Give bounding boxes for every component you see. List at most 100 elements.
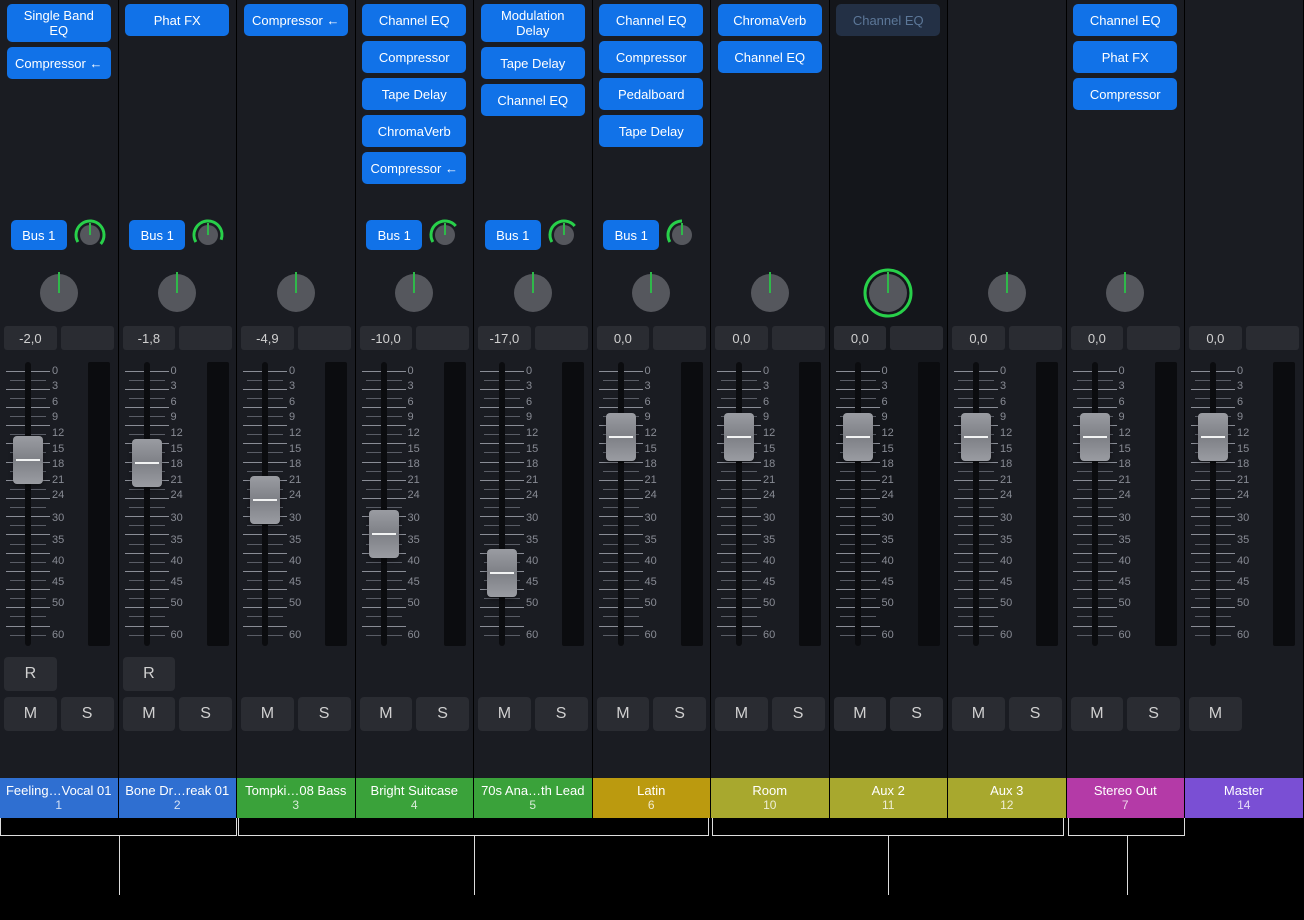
gain-display[interactable]: -2,0 — [4, 326, 57, 350]
peak-display[interactable] — [298, 326, 351, 350]
fader-cap[interactable] — [250, 476, 280, 524]
gain-display[interactable]: -4,9 — [241, 326, 294, 350]
gain-display[interactable]: -10,0 — [360, 326, 413, 350]
channel-label[interactable]: Master 14 — [1185, 778, 1303, 818]
plugin-slot[interactable]: ChromaVerb — [718, 4, 822, 36]
pan-knob[interactable] — [33, 267, 85, 319]
peak-display[interactable] — [1246, 326, 1299, 350]
gain-display[interactable]: 0,0 — [1071, 326, 1124, 350]
fader-cap[interactable] — [369, 510, 399, 558]
solo-button[interactable]: S — [1009, 697, 1062, 731]
fader-cap[interactable] — [843, 413, 873, 461]
fader-track[interactable] — [1073, 362, 1117, 646]
plugin-slot[interactable]: Phat FX — [125, 4, 229, 36]
peak-display[interactable] — [1009, 326, 1062, 350]
pan-knob[interactable] — [744, 267, 796, 319]
send-bus-button[interactable]: Bus 1 — [11, 220, 67, 250]
solo-button[interactable]: S — [535, 697, 588, 731]
fader-track[interactable] — [599, 362, 643, 646]
fader-cap[interactable] — [1198, 413, 1228, 461]
send-level-knob[interactable] — [547, 218, 581, 252]
channel-label[interactable]: Room 10 — [711, 778, 829, 818]
channel-label[interactable]: Feeling…Vocal 01 1 — [0, 778, 118, 818]
send-level-knob[interactable] — [665, 218, 699, 252]
solo-button[interactable]: S — [61, 697, 114, 731]
mute-button[interactable]: M — [597, 697, 650, 731]
fader-cap[interactable] — [1080, 413, 1110, 461]
peak-display[interactable] — [772, 326, 825, 350]
plugin-slot[interactable]: Pedalboard — [599, 78, 703, 110]
fader-cap[interactable] — [724, 413, 754, 461]
fader-track[interactable] — [125, 362, 169, 646]
channel-label[interactable]: Tompki…08 Bass 3 — [237, 778, 355, 818]
solo-button[interactable]: S — [179, 697, 232, 731]
fader-cap[interactable] — [606, 413, 636, 461]
plugin-slot[interactable]: Channel EQ — [481, 84, 585, 116]
channel-label[interactable]: Latin 6 — [593, 778, 711, 818]
solo-button[interactable]: S — [890, 697, 943, 731]
send-bus-button[interactable]: Bus 1 — [603, 220, 659, 250]
send-bus-button[interactable]: Bus 1 — [129, 220, 185, 250]
gain-display[interactable]: -17,0 — [478, 326, 531, 350]
mute-button[interactable]: M — [123, 697, 176, 731]
plugin-slot[interactable]: Compressor — [599, 41, 703, 73]
mute-button[interactable]: M — [241, 697, 294, 731]
peak-display[interactable] — [179, 326, 232, 350]
plugin-slot[interactable]: Modulation Delay — [481, 4, 585, 42]
pan-knob[interactable] — [270, 267, 322, 319]
fader-track[interactable] — [717, 362, 761, 646]
pan-knob[interactable] — [862, 267, 914, 319]
send-bus-button[interactable]: Bus 1 — [485, 220, 541, 250]
fader-track[interactable] — [480, 362, 524, 646]
solo-button[interactable]: S — [416, 697, 469, 731]
mute-button[interactable]: M — [715, 697, 768, 731]
fader-cap[interactable] — [487, 549, 517, 597]
mute-button[interactable]: M — [834, 697, 887, 731]
plugin-slot[interactable]: ChromaVerb — [362, 115, 466, 147]
channel-label[interactable]: Bone Dr…reak 01 2 — [119, 778, 237, 818]
plugin-slot[interactable]: Channel EQ — [836, 4, 940, 36]
plugin-slot[interactable]: Tape Delay — [481, 47, 585, 79]
pan-knob[interactable] — [151, 267, 203, 319]
peak-display[interactable] — [890, 326, 943, 350]
gain-display[interactable]: -1,8 — [123, 326, 176, 350]
record-enable-button[interactable]: R — [123, 657, 176, 691]
peak-display[interactable] — [61, 326, 114, 350]
plugin-slot[interactable]: Compressor ← — [244, 4, 348, 36]
gain-display[interactable]: 0,0 — [952, 326, 1005, 350]
fader-track[interactable] — [1191, 362, 1235, 646]
send-level-knob[interactable] — [73, 218, 107, 252]
fader-track[interactable] — [243, 362, 287, 646]
fader-cap[interactable] — [961, 413, 991, 461]
send-level-knob[interactable] — [428, 218, 462, 252]
peak-display[interactable] — [535, 326, 588, 350]
fader-track[interactable] — [362, 362, 406, 646]
plugin-slot[interactable]: Single Band EQ — [7, 4, 111, 42]
fader-track[interactable] — [6, 362, 50, 646]
gain-display[interactable]: 0,0 — [834, 326, 887, 350]
mute-button[interactable]: M — [1189, 697, 1242, 731]
plugin-slot[interactable]: Channel EQ — [1073, 4, 1177, 36]
channel-label[interactable]: 70s Ana…th Lead 5 — [474, 778, 592, 818]
peak-display[interactable] — [416, 326, 469, 350]
solo-button[interactable]: S — [772, 697, 825, 731]
plugin-slot[interactable]: Tape Delay — [362, 78, 466, 110]
mute-button[interactable]: M — [952, 697, 1005, 731]
record-enable-button[interactable]: R — [4, 657, 57, 691]
fader-track[interactable] — [836, 362, 880, 646]
solo-button[interactable]: S — [1127, 697, 1180, 731]
gain-display[interactable]: 0,0 — [597, 326, 650, 350]
channel-label[interactable]: Bright Suitcase 4 — [356, 778, 474, 818]
gain-display[interactable]: 0,0 — [1189, 326, 1242, 350]
pan-knob[interactable] — [625, 267, 677, 319]
channel-label[interactable]: Aux 2 11 — [830, 778, 948, 818]
solo-button[interactable]: S — [298, 697, 351, 731]
send-bus-button[interactable]: Bus 1 — [366, 220, 422, 250]
plugin-slot[interactable]: Channel EQ — [599, 4, 703, 36]
channel-label[interactable]: Aux 3 12 — [948, 778, 1066, 818]
gain-display[interactable]: 0,0 — [715, 326, 768, 350]
plugin-slot[interactable]: Compressor — [1073, 78, 1177, 110]
solo-button[interactable]: S — [653, 697, 706, 731]
mute-button[interactable]: M — [4, 697, 57, 731]
mute-button[interactable]: M — [360, 697, 413, 731]
